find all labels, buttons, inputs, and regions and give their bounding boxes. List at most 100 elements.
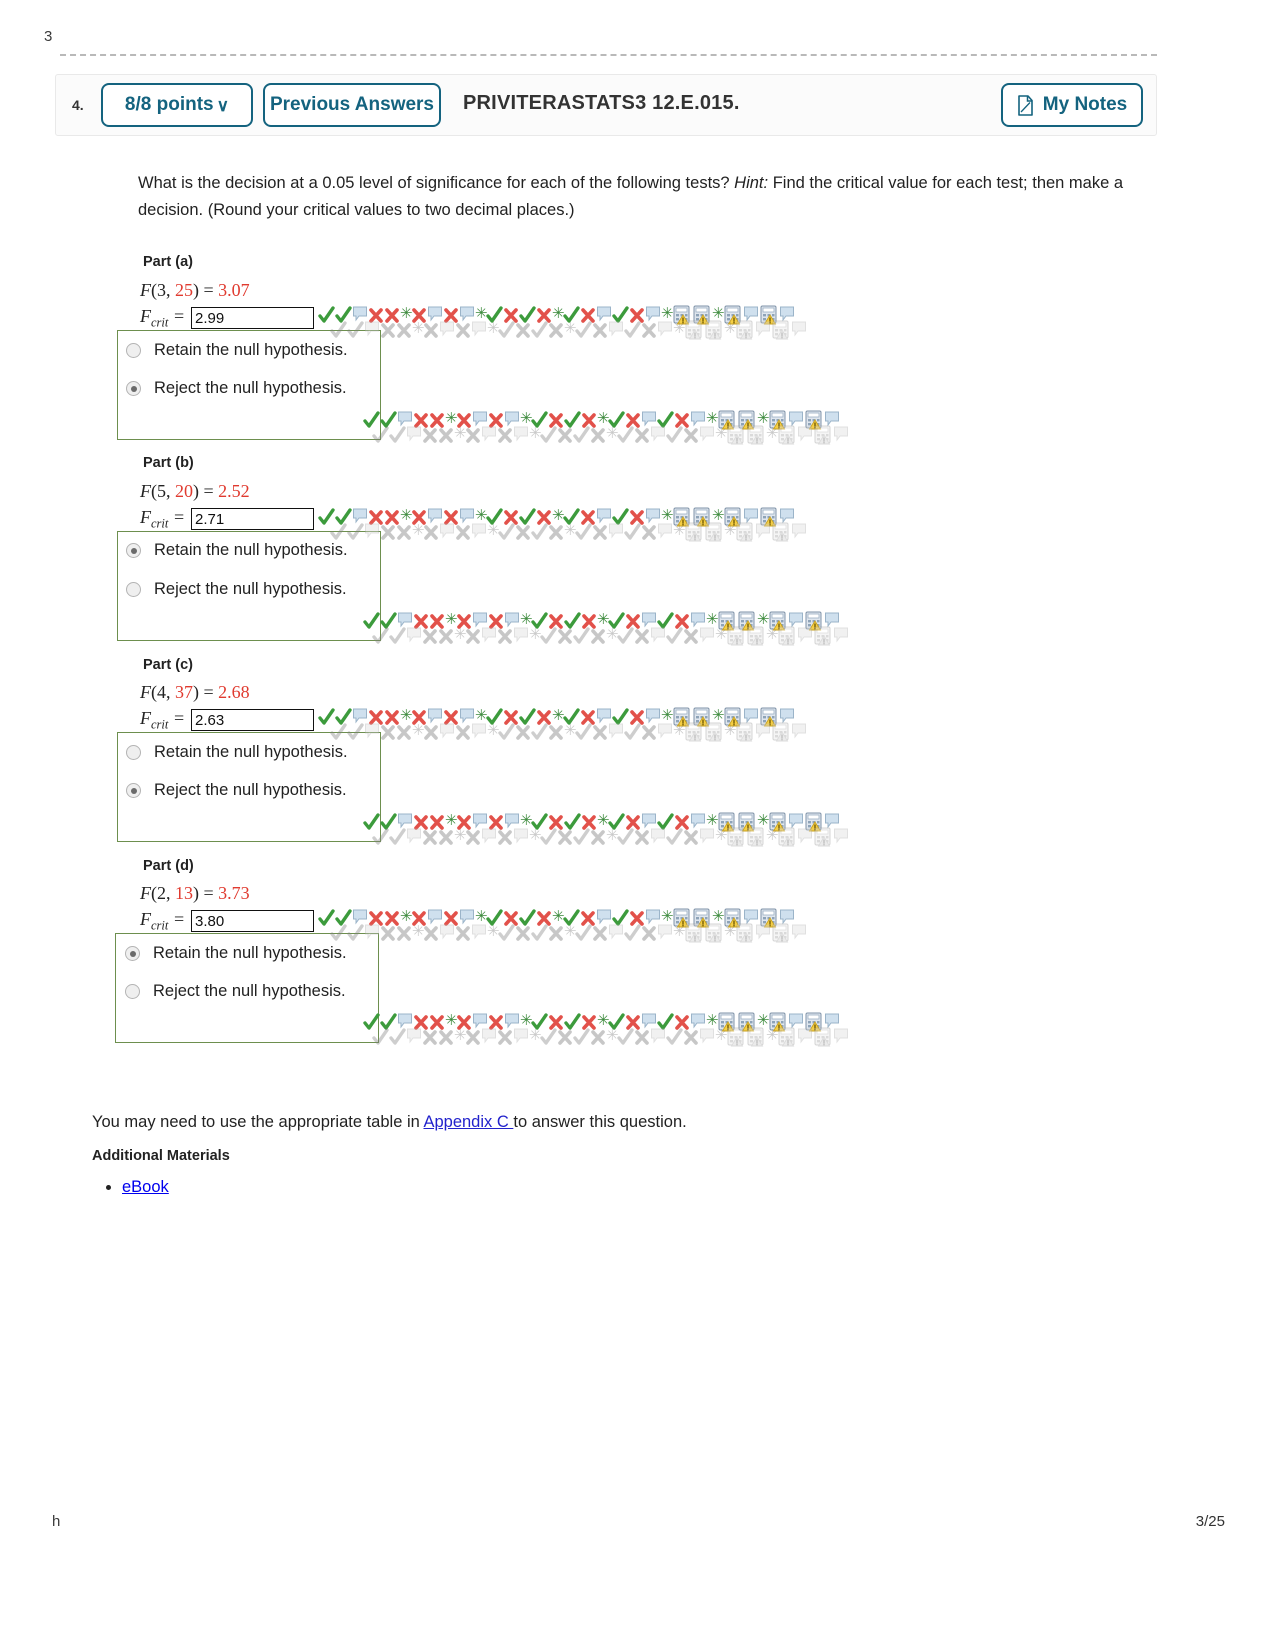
cross-icon xyxy=(456,812,472,832)
my-notes-button[interactable]: My Notes xyxy=(1001,83,1143,127)
check-icon xyxy=(519,908,536,928)
cross-icon xyxy=(443,707,459,727)
check-icon xyxy=(657,410,674,430)
speech-bubble-icon xyxy=(439,722,455,742)
star-icon: ✳ xyxy=(766,1027,779,1044)
calculator-icon xyxy=(735,722,755,742)
previous-answers-button[interactable]: Previous Answers xyxy=(263,83,441,127)
star-icon: ✳ xyxy=(400,707,413,724)
cross-icon xyxy=(674,410,690,430)
calculator-icon xyxy=(684,923,704,943)
star-icon: ✳ xyxy=(715,1027,728,1044)
f-symbol: F xyxy=(140,481,151,501)
speech-bubble-icon xyxy=(699,626,715,646)
speech-bubble-icon xyxy=(427,507,443,527)
check-icon xyxy=(519,507,536,527)
radio-reject[interactable] xyxy=(126,381,141,396)
calculator-icon xyxy=(771,722,791,742)
cross-icon xyxy=(465,827,481,847)
fcrit-input[interactable] xyxy=(191,307,315,330)
speech-bubble-icon xyxy=(788,611,804,631)
star-icon: ✳ xyxy=(529,827,542,844)
speech-bubble-icon xyxy=(406,626,422,646)
speech-bubble-icon xyxy=(608,522,624,542)
part-b-option-reject[interactable]: Reject the null hypothesis. xyxy=(126,580,347,599)
star-icon: ✳ xyxy=(400,305,413,322)
df2-value: 13 xyxy=(175,883,193,903)
part-c-option-reject[interactable]: Reject the null hypothesis. xyxy=(126,781,347,800)
radio-retain[interactable] xyxy=(125,946,140,961)
calculator-icon xyxy=(746,1027,766,1047)
part-c-label: Part (c) xyxy=(143,657,193,673)
calculator-icon xyxy=(735,522,755,542)
speech-bubble-icon xyxy=(657,923,673,943)
fcrit-input[interactable] xyxy=(191,508,315,531)
part-d-option-reject[interactable]: Reject the null hypothesis. xyxy=(125,982,346,1001)
cross-icon xyxy=(536,305,552,325)
star-icon: ✳ xyxy=(712,707,725,724)
cross-icon xyxy=(384,908,400,928)
calculator-icon xyxy=(737,1012,757,1032)
star-icon: ✳ xyxy=(552,305,565,322)
fcrit-input[interactable] xyxy=(191,910,315,933)
cross-icon xyxy=(413,611,429,631)
check-icon xyxy=(318,305,335,325)
cross-icon xyxy=(422,827,438,847)
check-icon xyxy=(531,923,548,943)
calculator-icon xyxy=(723,707,743,727)
cross-icon xyxy=(592,722,608,742)
check-icon xyxy=(531,1012,548,1032)
star-icon: ✳ xyxy=(529,1027,542,1044)
radio-retain[interactable] xyxy=(126,343,141,358)
star-icon: ✳ xyxy=(597,611,610,628)
check-icon xyxy=(608,1012,625,1032)
part-c-option-retain[interactable]: Retain the null hypothesis. xyxy=(126,743,348,762)
calculator-icon xyxy=(813,425,833,445)
part-a-option-retain[interactable]: Retain the null hypothesis. xyxy=(126,341,348,360)
cross-icon xyxy=(548,812,564,832)
part-d-option-retain[interactable]: Retain the null hypothesis. xyxy=(125,944,347,963)
speech-bubble-icon xyxy=(755,923,771,943)
cross-icon xyxy=(625,1012,641,1032)
check-icon xyxy=(608,410,625,430)
calculator-icon xyxy=(759,908,779,928)
calculator-icon xyxy=(737,410,757,430)
radio-reject[interactable] xyxy=(126,582,141,597)
cross-icon xyxy=(488,1012,504,1032)
fcrit-input[interactable] xyxy=(191,709,315,732)
cross-icon xyxy=(580,908,596,928)
check-icon xyxy=(564,410,581,430)
check-icon xyxy=(575,722,592,742)
option-label: Reject the null hypothesis. xyxy=(154,781,347,799)
cross-icon xyxy=(497,626,513,646)
star-icon: ✳ xyxy=(673,320,686,337)
part-a-option-reject[interactable]: Reject the null hypothesis. xyxy=(126,379,347,398)
radio-retain[interactable] xyxy=(126,543,141,558)
check-icon xyxy=(573,827,590,847)
speech-bubble-icon xyxy=(743,908,759,928)
star-icon: ✳ xyxy=(706,1012,719,1029)
check-icon xyxy=(612,507,629,527)
cross-icon xyxy=(413,410,429,430)
cross-icon xyxy=(411,707,427,727)
radio-retain[interactable] xyxy=(126,745,141,760)
speech-bubble-icon xyxy=(791,522,807,542)
calculator-icon xyxy=(777,827,797,847)
speech-bubble-icon xyxy=(690,1012,706,1032)
check-icon xyxy=(612,908,629,928)
points-button[interactable]: 8/8 points ∨ xyxy=(101,83,253,127)
calculator-icon xyxy=(704,320,724,340)
part-b-option-retain[interactable]: Retain the null hypothesis. xyxy=(126,541,348,560)
star-icon: ✳ xyxy=(487,522,500,539)
speech-bubble-icon xyxy=(397,1012,413,1032)
speech-bubble-icon xyxy=(755,320,771,340)
radio-reject[interactable] xyxy=(126,783,141,798)
radio-reject[interactable] xyxy=(125,984,140,999)
cross-icon xyxy=(396,722,412,742)
appendix-c-link[interactable]: Appendix C xyxy=(423,1113,513,1131)
ebook-link[interactable]: eBook xyxy=(122,1178,169,1196)
calculator-icon xyxy=(684,522,704,542)
speech-bubble-icon xyxy=(596,908,612,928)
star-icon: ✳ xyxy=(715,626,728,643)
hint-label: Hint: xyxy=(734,174,769,192)
